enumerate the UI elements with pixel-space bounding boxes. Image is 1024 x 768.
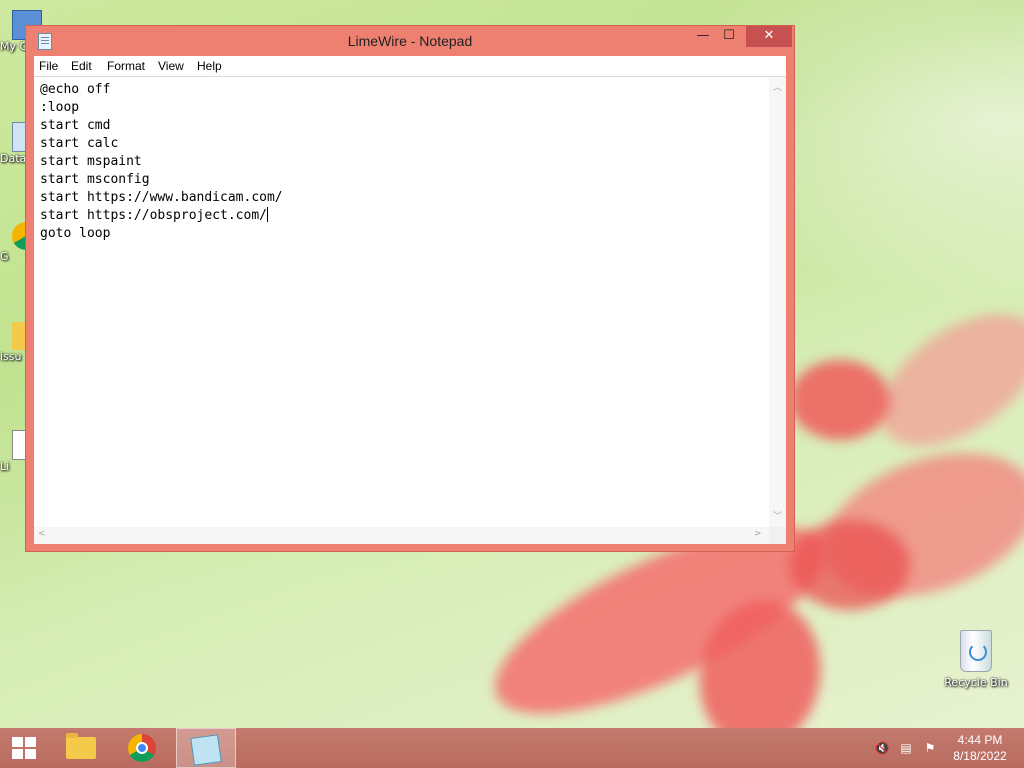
- file-explorer-icon: [66, 733, 96, 759]
- chrome-icon: [128, 734, 156, 762]
- taskbar-file-explorer[interactable]: [52, 728, 110, 768]
- taskbar-chrome[interactable]: [114, 728, 172, 768]
- vertical-scrollbar[interactable]: ︿ ﹀: [769, 77, 786, 527]
- horizontal-scrollbar[interactable]: < >: [34, 527, 769, 544]
- resize-grip-icon[interactable]: [769, 527, 786, 544]
- wallpaper-petal: [790, 520, 910, 610]
- scroll-up-icon[interactable]: ︿: [773, 80, 782, 93]
- close-button[interactable]: ✕: [746, 26, 792, 47]
- clock-date: 8/18/2022: [953, 749, 1007, 763]
- action-center-flag-icon[interactable]: ⚑: [922, 740, 938, 756]
- notepad-icon: [190, 734, 222, 766]
- recycle-bin-icon: [960, 630, 992, 672]
- menu-file[interactable]: File: [39, 59, 58, 73]
- taskbar-clock[interactable]: 4:44 PM 8/18/2022: [940, 732, 1020, 764]
- menu-format[interactable]: Format: [107, 59, 145, 73]
- editor-line: start cmd: [40, 118, 111, 133]
- taskbar-notepad[interactable]: [176, 728, 236, 768]
- start-button[interactable]: [0, 728, 58, 768]
- editor-text[interactable]: @echo off :loop start cmd start calc start m…: [40, 81, 765, 521]
- minimize-button[interactable]: —: [690, 26, 716, 47]
- menu-edit[interactable]: Edit: [71, 59, 92, 73]
- editor-line: start mspaint: [40, 154, 142, 169]
- volume-muted-icon[interactable]: 🔇: [874, 740, 890, 756]
- taskbar: 🔇 ▤ ⚑ 4:44 PM 8/18/2022: [0, 728, 1024, 768]
- system-tray: 🔇 ▤ ⚑: [870, 728, 940, 768]
- notepad-window: LimeWire - Notepad — ☐ ✕ File Edit Forma…: [26, 26, 794, 551]
- window-title: LimeWire - Notepad: [347, 33, 473, 49]
- clock-time: 4:44 PM: [957, 733, 1003, 747]
- recycle-bin-label: Recycle Bin: [944, 676, 1008, 689]
- windows-logo-icon: [12, 737, 36, 759]
- scroll-right-icon[interactable]: >: [754, 529, 762, 539]
- editor-line: start msconfig: [40, 172, 150, 187]
- network-icon[interactable]: ▤: [898, 740, 914, 756]
- text-caret: [266, 207, 268, 222]
- title-bar[interactable]: LimeWire - Notepad — ☐ ✕: [26, 26, 794, 56]
- menu-help[interactable]: Help: [197, 59, 222, 73]
- editor-line: @echo off: [40, 82, 111, 97]
- menu-view[interactable]: View: [158, 59, 184, 73]
- editor-line: goto loop: [40, 226, 111, 241]
- editor-line: start https://obsproject.com/: [40, 208, 267, 223]
- editor-line: :loop: [40, 100, 80, 115]
- scroll-left-icon[interactable]: <: [38, 529, 46, 539]
- editor-line: start calc: [40, 136, 119, 151]
- editor-line: start https://www.bandicam.com/: [40, 190, 283, 205]
- recycle-bin[interactable]: Recycle Bin: [940, 630, 1012, 689]
- maximize-button[interactable]: ☐: [716, 26, 742, 47]
- wallpaper-petal: [790, 360, 890, 440]
- scroll-down-icon[interactable]: ﹀: [773, 509, 782, 522]
- menu-bar: File Edit Format View Help: [34, 56, 786, 76]
- text-editor[interactable]: @echo off :loop start cmd start calc start m…: [34, 76, 786, 544]
